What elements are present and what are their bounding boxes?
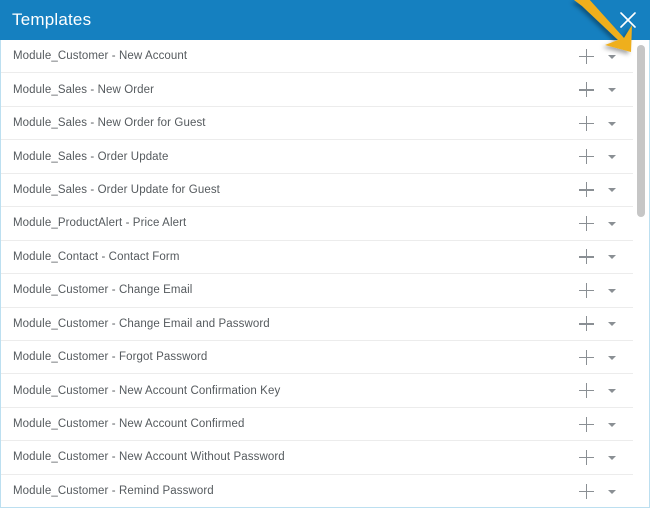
- caret-down-icon[interactable]: [605, 81, 619, 98]
- template-list-item[interactable]: Module_Sales - Order Update: [1, 140, 633, 174]
- template-row-actions: [578, 441, 619, 473]
- template-list-item[interactable]: Module_Customer - New Account: [1, 40, 633, 74]
- template-row-actions: [578, 274, 619, 306]
- template-row-actions: [578, 40, 619, 72]
- plus-icon[interactable]: [578, 282, 595, 299]
- template-name-label: Module_Contact - Contact Form: [13, 250, 180, 263]
- template-row-actions: [578, 475, 619, 507]
- plus-icon[interactable]: [578, 416, 595, 433]
- caret-down-icon[interactable]: [605, 48, 619, 65]
- plus-icon[interactable]: [578, 48, 595, 65]
- template-name-label: Module_ProductAlert - Price Alert: [13, 217, 187, 230]
- template-name-label: Module_Sales - Order Update for Guest: [13, 183, 220, 196]
- templates-dialog: Templates Module_Customer - New Account M…: [0, 0, 650, 508]
- caret-down-icon[interactable]: [605, 115, 619, 132]
- plus-icon[interactable]: [578, 449, 595, 466]
- template-name-label: Module_Customer - New Account Without Pa…: [13, 451, 285, 464]
- plus-icon[interactable]: [578, 148, 595, 165]
- template-list-item[interactable]: Module_Customer - Change Email: [1, 274, 633, 308]
- template-name-label: Module_Customer - New Account Confirmed: [13, 418, 245, 431]
- template-list-item[interactable]: Module_Sales - Order Update for Guest: [1, 173, 633, 208]
- template-name-label: Module_Sales - New Order for Guest: [13, 117, 206, 130]
- caret-down-icon[interactable]: [605, 181, 619, 198]
- template-name-label: Module_Customer - New Account Confirmati…: [13, 384, 281, 397]
- plus-icon[interactable]: [578, 315, 595, 332]
- plus-icon[interactable]: [578, 483, 595, 500]
- template-name-label: Module_Customer - Change Email: [13, 284, 193, 297]
- caret-down-icon[interactable]: [605, 483, 619, 500]
- close-button[interactable]: [614, 6, 642, 34]
- plus-icon[interactable]: [578, 382, 595, 399]
- plus-icon[interactable]: [578, 181, 595, 198]
- template-list-item[interactable]: Module_Customer - New Account Confirmati…: [1, 374, 633, 408]
- template-list-item[interactable]: Module_Sales - New Order for Guest: [1, 106, 633, 141]
- caret-down-icon[interactable]: [605, 449, 619, 466]
- template-list-item[interactable]: Module_Contact - Contact Form: [1, 240, 633, 275]
- list-scrollbar-thumb[interactable]: [637, 45, 645, 217]
- caret-down-icon[interactable]: [605, 248, 619, 265]
- dialog-header: Templates: [0, 0, 650, 40]
- template-row-actions: [578, 107, 619, 139]
- template-list-item[interactable]: Module_Customer - New Account Confirmed: [1, 407, 633, 442]
- template-row-actions: [578, 408, 619, 440]
- template-name-label: Module_Sales - New Order: [13, 83, 155, 96]
- caret-down-icon[interactable]: [605, 282, 619, 299]
- templates-list-container: Module_Customer - New Account Module_Sale…: [0, 40, 650, 508]
- list-scrollbar[interactable]: [634, 41, 648, 507]
- template-row-actions: [578, 241, 619, 273]
- template-name-label: Module_Customer - Forgot Password: [13, 351, 208, 364]
- template-list-item[interactable]: Module_ProductAlert - Price Alert: [1, 207, 633, 241]
- caret-down-icon[interactable]: [605, 148, 619, 165]
- template-row-actions: [578, 341, 619, 373]
- templates-list: Module_Customer - New Account Module_Sale…: [1, 40, 633, 507]
- plus-icon[interactable]: [578, 215, 595, 232]
- template-name-label: Module_Customer - Change Email and Passw…: [13, 317, 270, 330]
- plus-icon[interactable]: [578, 349, 595, 366]
- caret-down-icon[interactable]: [605, 215, 619, 232]
- caret-down-icon[interactable]: [605, 382, 619, 399]
- caret-down-icon[interactable]: [605, 416, 619, 433]
- template-name-label: Module_Sales - Order Update: [13, 150, 169, 163]
- template-list-item[interactable]: Module_Customer - Remind Password: [1, 474, 633, 507]
- caret-down-icon[interactable]: [605, 315, 619, 332]
- page-title: Templates: [12, 10, 92, 29]
- template-row-actions: [578, 73, 619, 105]
- template-list-item[interactable]: Module_Customer - Change Email and Passw…: [1, 307, 633, 341]
- template-list-item[interactable]: Module_Customer - Forgot Password: [1, 340, 633, 375]
- template-list-item[interactable]: Module_Customer - New Account Without Pa…: [1, 441, 633, 475]
- template-name-label: Module_Customer - Remind Password: [13, 485, 214, 498]
- close-icon: [620, 12, 636, 28]
- template-row-actions: [578, 140, 619, 172]
- template-name-label: Module_Customer - New Account: [13, 50, 188, 63]
- template-row-actions: [578, 308, 619, 340]
- plus-icon[interactable]: [578, 81, 595, 98]
- plus-icon[interactable]: [578, 115, 595, 132]
- template-list-item[interactable]: Module_Sales - New Order: [1, 73, 633, 107]
- template-row-actions: [578, 174, 619, 206]
- template-row-actions: [578, 374, 619, 406]
- caret-down-icon[interactable]: [605, 349, 619, 366]
- plus-icon[interactable]: [578, 248, 595, 265]
- template-row-actions: [578, 207, 619, 239]
